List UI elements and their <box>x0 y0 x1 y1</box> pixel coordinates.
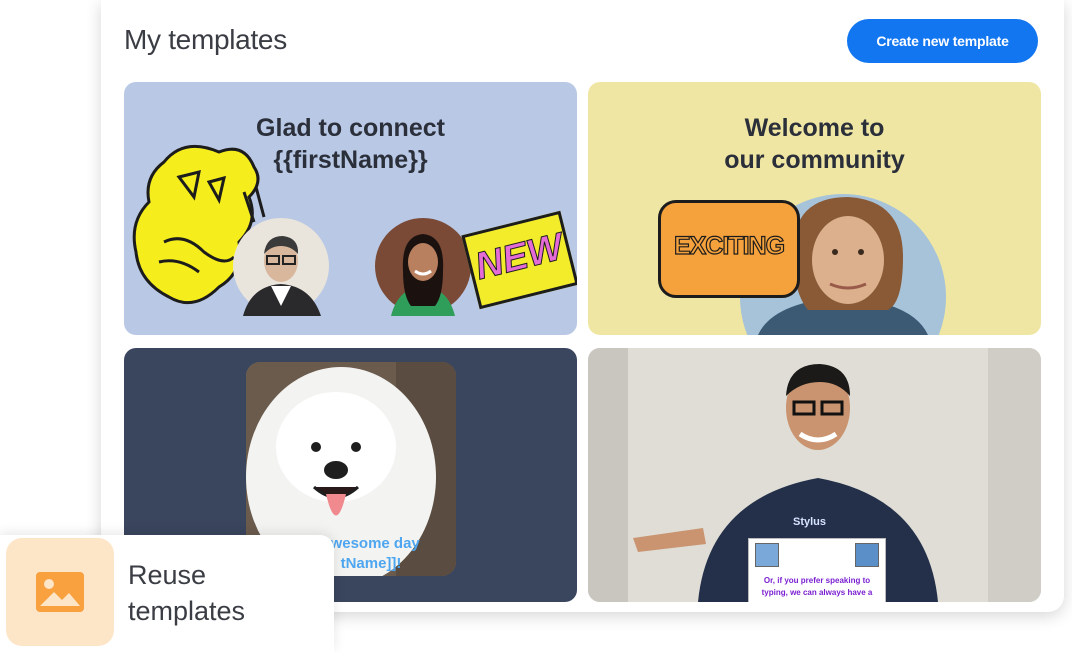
create-new-template-button[interactable]: Create new template <box>847 19 1038 63</box>
sign-avatar-left <box>755 543 779 567</box>
feature-label: Reuse templates <box>128 560 246 626</box>
hoodie-logo-text: Stylus <box>793 516 827 528</box>
avatar-man-photo <box>233 218 329 316</box>
sign-avatar-right <box>855 543 879 567</box>
feature-icon-tile <box>6 538 114 646</box>
reuse-templates-feature: Reuse templates <box>0 535 334 652</box>
card-headline: Welcome to our community <box>724 114 905 174</box>
image-icon <box>36 572 84 612</box>
sign-text-line: Or, if you prefer speaking to <box>763 576 871 585</box>
template-card-welcome[interactable]: Welcome to our community EXCITING <box>588 82 1041 335</box>
page-title: My templates <box>124 24 287 55</box>
sign-text-line: typing, we can always have a <box>761 588 873 597</box>
avatar-woman-photo <box>375 218 471 316</box>
exciting-sticker: EXCITING <box>658 200 800 298</box>
template-card-man-with-sign[interactable]: Stylus Or, if you prefer speaking to typ… <box>588 348 1041 602</box>
card-headline: Glad to connect {{firstName}} <box>256 114 445 174</box>
sign-card: Or, if you prefer speaking to typing, we… <box>748 538 886 602</box>
templates-panel: My templates Create new template Glad to… <box>101 0 1064 612</box>
template-card-glad-to-connect[interactable]: Glad to connect {{firstName}} NEW <box>124 82 577 335</box>
